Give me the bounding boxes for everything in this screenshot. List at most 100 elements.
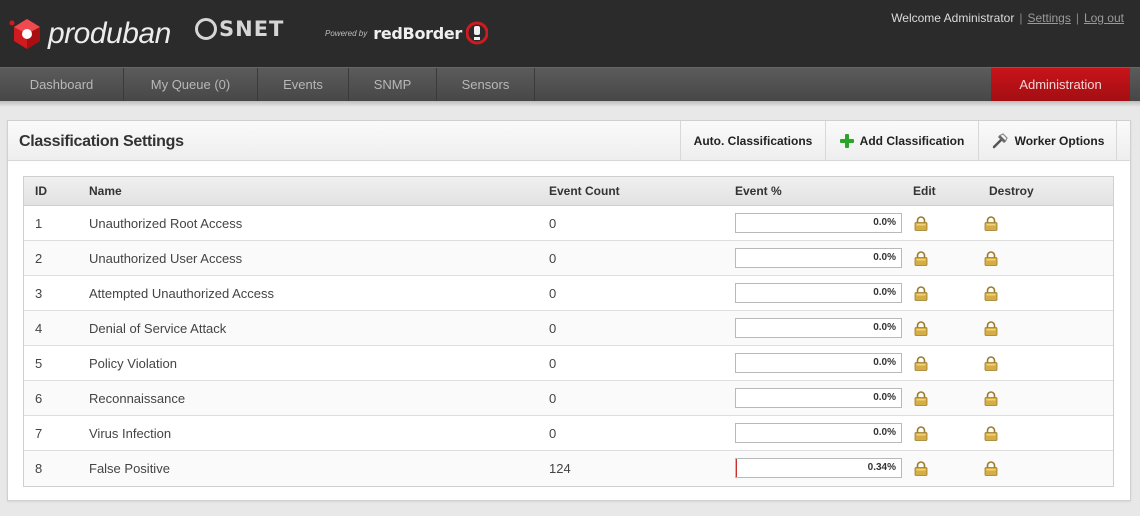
row-name[interactable]: Reconnaissance: [89, 391, 185, 406]
panel-header: Classification Settings Auto. Classifica…: [8, 121, 1130, 161]
nav-item-my-queue[interactable]: My Queue (0): [124, 68, 258, 102]
nav-item-snmp[interactable]: SNMP: [349, 68, 437, 102]
event-percent-bar: 0.0%: [735, 353, 902, 373]
edit-lock-icon[interactable]: [914, 426, 928, 441]
nav-item-events[interactable]: Events: [258, 68, 349, 102]
add-classification-button[interactable]: Add Classification: [825, 121, 978, 160]
column-event-count[interactable]: Event Count: [549, 184, 620, 198]
event-percent-value: 0.34%: [867, 462, 896, 473]
page-title: Classification Settings: [19, 133, 184, 150]
edit-lock-icon[interactable]: [914, 461, 928, 476]
auto-classifications-button[interactable]: Auto. Classifications: [680, 121, 825, 160]
main-nav: Dashboard My Queue (0) Events SNMP Senso…: [0, 67, 1140, 102]
row-name[interactable]: Attempted Unauthorized Access: [89, 286, 274, 301]
partner-name: SNET: [219, 17, 285, 41]
brand-name: produban: [48, 17, 171, 50]
row-id: 6: [35, 391, 43, 406]
event-percent-bar: 0.0%: [735, 388, 902, 408]
column-destroy: Destroy: [989, 184, 1034, 198]
row-id: 1: [35, 216, 43, 231]
auto-classifications-label: Auto. Classifications: [693, 133, 813, 148]
event-percent-value: 0.0%: [873, 287, 896, 298]
table-row: 6 Reconnaissance 0 0.0%: [24, 381, 1113, 416]
gsnet-g-icon: [195, 18, 217, 40]
destroy-lock-icon[interactable]: [984, 391, 998, 406]
event-percent-value: 0.0%: [873, 392, 896, 403]
nav-item-sensors[interactable]: Sensors: [437, 68, 535, 102]
edit-lock-icon[interactable]: [914, 356, 928, 371]
redborder-icon: [466, 21, 489, 45]
add-classification-label: Add Classification: [859, 133, 965, 148]
row-name[interactable]: Unauthorized Root Access: [89, 216, 242, 231]
row-event-count: 0: [549, 356, 557, 371]
row-id: 8: [35, 461, 43, 476]
produban-logo-icon: [9, 19, 40, 49]
row-name[interactable]: Policy Violation: [89, 356, 177, 371]
event-percent-bar: 0.0%: [735, 213, 902, 233]
row-id: 3: [35, 286, 43, 301]
row-event-count: 124: [549, 461, 571, 476]
plus-icon: [839, 133, 854, 148]
user-links: Welcome Administrator | Settings | Log o…: [891, 11, 1124, 25]
edit-lock-icon[interactable]: [914, 391, 928, 406]
event-percent-bar: 0.0%: [735, 318, 902, 338]
table-row: 1 Unauthorized Root Access 0 0.0%: [24, 206, 1113, 241]
destroy-lock-icon[interactable]: [984, 286, 998, 301]
top-header: produban SNET Powered by redBorder Welco…: [0, 0, 1140, 67]
event-percent-value: 0.0%: [873, 357, 896, 368]
edit-lock-icon[interactable]: [914, 321, 928, 336]
event-percent-bar: 0.0%: [735, 248, 902, 268]
column-name[interactable]: Name: [89, 184, 122, 198]
gsnet-logo: SNET: [195, 14, 284, 44]
powered-by-redborder: Powered by redBorder: [325, 18, 489, 48]
row-event-count: 0: [549, 426, 557, 441]
event-percent-bar: 0.0%: [735, 423, 902, 443]
link-separator: |: [1019, 11, 1023, 25]
row-id: 7: [35, 426, 43, 441]
destroy-lock-icon[interactable]: [984, 321, 998, 336]
nav-item-dashboard[interactable]: Dashboard: [0, 68, 124, 102]
event-percent-value: 0.0%: [873, 322, 896, 333]
table-row: 2 Unauthorized User Access 0 0.0%: [24, 241, 1113, 276]
table-body: 1 Unauthorized Root Access 0 0.0% 2 Unau…: [24, 206, 1113, 486]
column-event-percent[interactable]: Event %: [735, 184, 782, 198]
event-percent-fill: [736, 459, 737, 477]
row-id: 4: [35, 321, 43, 336]
edit-lock-icon[interactable]: [914, 286, 928, 301]
row-name[interactable]: False Positive: [89, 461, 170, 476]
destroy-lock-icon[interactable]: [984, 461, 998, 476]
row-name[interactable]: Unauthorized User Access: [89, 251, 242, 266]
powered-by-label: Powered by: [325, 28, 368, 38]
event-percent-value: 0.0%: [873, 427, 896, 438]
destroy-lock-icon[interactable]: [984, 216, 998, 231]
row-name[interactable]: Denial of Service Attack: [89, 321, 226, 336]
settings-link[interactable]: Settings: [1027, 11, 1070, 25]
destroy-lock-icon[interactable]: [984, 251, 998, 266]
event-percent-value: 0.0%: [873, 252, 896, 263]
table-row: 3 Attempted Unauthorized Access 0 0.0%: [24, 276, 1113, 311]
event-percent-bar: 0.0%: [735, 283, 902, 303]
row-event-count: 0: [549, 216, 557, 231]
column-edit: Edit: [913, 184, 936, 198]
classification-panel: Classification Settings Auto. Classifica…: [7, 120, 1131, 501]
row-event-count: 0: [549, 391, 557, 406]
worker-options-button[interactable]: Worker Options: [978, 121, 1116, 160]
wrench-icon: [992, 132, 1008, 148]
row-id: 5: [35, 356, 43, 371]
produban-logo[interactable]: produban: [8, 14, 171, 54]
destroy-lock-icon[interactable]: [984, 426, 998, 441]
row-event-count: 0: [549, 251, 557, 266]
product-name: redBorder: [373, 23, 463, 43]
classifications-table: ID Name Event Count Event % Edit Destroy…: [23, 176, 1114, 487]
destroy-lock-icon[interactable]: [984, 356, 998, 371]
row-id: 2: [35, 251, 43, 266]
nav-item-administration[interactable]: Administration: [991, 68, 1130, 102]
edit-lock-icon[interactable]: [914, 216, 928, 231]
logout-link[interactable]: Log out: [1084, 11, 1124, 25]
column-id[interactable]: ID: [35, 184, 47, 198]
row-name[interactable]: Virus Infection: [89, 426, 171, 441]
row-event-count: 0: [549, 321, 557, 336]
table-header: ID Name Event Count Event % Edit Destroy: [24, 177, 1113, 206]
header-divider: [1116, 121, 1117, 160]
edit-lock-icon[interactable]: [914, 251, 928, 266]
